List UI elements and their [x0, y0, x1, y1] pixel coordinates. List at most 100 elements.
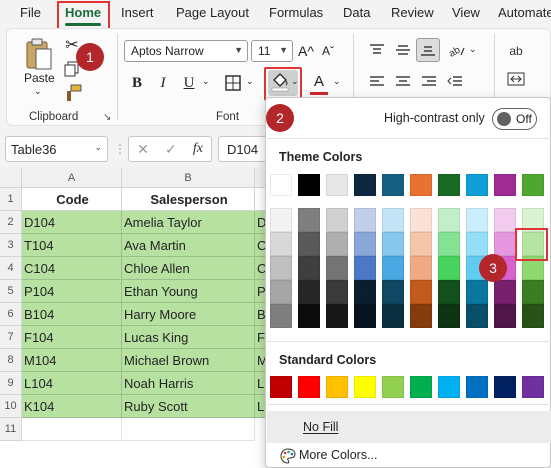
salesperson-cell[interactable]: Michael Brown: [122, 349, 255, 372]
color-swatch[interactable]: [410, 232, 432, 256]
color-swatch[interactable]: [270, 304, 292, 328]
font-name-combo[interactable]: Aptos Narrow ▼: [124, 40, 248, 62]
tab-review[interactable]: Review: [391, 5, 434, 20]
row-header[interactable]: 4: [0, 257, 22, 280]
salesperson-cell[interactable]: Ava Martin: [122, 234, 255, 257]
align-middle-button[interactable]: [392, 40, 414, 60]
color-swatch[interactable]: [382, 208, 404, 232]
color-swatch[interactable]: [410, 280, 432, 304]
code-cell[interactable]: M104: [22, 349, 122, 372]
align-left-button[interactable]: [366, 72, 388, 92]
bold-button[interactable]: B: [126, 72, 148, 94]
color-swatch[interactable]: [410, 208, 432, 232]
color-swatch[interactable]: [438, 304, 460, 328]
clipboard-launcher-icon[interactable]: ↘: [103, 112, 111, 123]
italic-button[interactable]: I: [152, 72, 174, 94]
salesperson-cell[interactable]: Lucas King: [122, 326, 255, 349]
decrease-indent-button[interactable]: [444, 72, 466, 92]
shrink-font-button[interactable]: Aˇ: [318, 40, 338, 62]
empty-cell[interactable]: [22, 418, 122, 441]
salesperson-cell[interactable]: Ethan Young: [122, 280, 255, 303]
format-painter-button[interactable]: [62, 84, 84, 102]
color-swatch[interactable]: [354, 208, 376, 232]
color-swatch[interactable]: [438, 376, 460, 398]
color-swatch[interactable]: [298, 232, 320, 256]
color-swatch[interactable]: [466, 174, 488, 196]
font-color-button[interactable]: A: [309, 71, 329, 91]
empty-cell[interactable]: [122, 418, 255, 441]
font-size-combo[interactable]: 11 ▼: [251, 40, 293, 62]
color-swatch[interactable]: [382, 174, 404, 196]
color-swatch[interactable]: [270, 256, 292, 280]
tab-file[interactable]: File: [20, 5, 41, 20]
color-swatch[interactable]: [438, 256, 460, 280]
color-swatch[interactable]: [466, 304, 488, 328]
align-bottom-button[interactable]: [416, 38, 440, 62]
column-header-b[interactable]: B: [122, 168, 255, 188]
high-contrast-toggle[interactable]: Off: [492, 108, 537, 130]
paste-button[interactable]: [22, 36, 56, 72]
code-cell[interactable]: L104: [22, 372, 122, 395]
color-swatch[interactable]: [354, 280, 376, 304]
color-swatch[interactable]: [354, 174, 376, 196]
tab-view[interactable]: View: [452, 5, 480, 20]
color-swatch[interactable]: [438, 232, 460, 256]
borders-button[interactable]: [222, 72, 244, 94]
tab-formulas[interactable]: Formulas: [269, 5, 323, 20]
color-swatch[interactable]: [494, 208, 516, 232]
color-swatch[interactable]: [382, 304, 404, 328]
color-swatch[interactable]: [326, 376, 348, 398]
color-swatch[interactable]: [326, 256, 348, 280]
underline-button[interactable]: U: [178, 72, 200, 94]
select-all-corner[interactable]: [0, 168, 22, 188]
salesperson-cell[interactable]: Amelia Taylor: [122, 211, 255, 234]
code-cell[interactable]: P104: [22, 280, 122, 303]
tab-automate[interactable]: Automate: [498, 5, 551, 20]
column-header-a[interactable]: A: [22, 168, 122, 188]
orientation-dropdown-icon[interactable]: ⌄: [469, 44, 477, 55]
no-fill-option[interactable]: No Fill: [267, 411, 551, 443]
salesperson-cell[interactable]: Chloe Allen: [122, 257, 255, 280]
row-header[interactable]: 3: [0, 234, 22, 257]
row-header[interactable]: 11: [0, 418, 22, 441]
color-swatch[interactable]: [382, 256, 404, 280]
color-swatch[interactable]: [466, 232, 488, 256]
color-swatch[interactable]: [466, 376, 488, 398]
salesperson-cell[interactable]: Harry Moore: [122, 303, 255, 326]
color-swatch[interactable]: [298, 256, 320, 280]
name-box[interactable]: Table36 ⌄: [5, 136, 108, 162]
align-right-button[interactable]: [418, 72, 440, 92]
color-swatch[interactable]: [326, 174, 348, 196]
color-swatch[interactable]: [410, 304, 432, 328]
enter-icon[interactable]: ✓: [165, 141, 177, 158]
color-swatch[interactable]: [522, 174, 544, 196]
salesperson-cell[interactable]: Ruby Scott: [122, 395, 255, 418]
wrap-text-button[interactable]: ab: [504, 40, 528, 62]
paste-dropdown-icon[interactable]: ⌄: [34, 86, 42, 97]
color-swatch[interactable]: [494, 280, 516, 304]
row-header[interactable]: 6: [0, 303, 22, 326]
color-swatch[interactable]: [270, 280, 292, 304]
code-cell[interactable]: B104: [22, 303, 122, 326]
code-cell[interactable]: K104: [22, 395, 122, 418]
color-swatch[interactable]: [354, 256, 376, 280]
header-cell-salesperson[interactable]: Salesperson: [122, 188, 255, 211]
color-swatch[interactable]: [410, 376, 432, 398]
tab-data[interactable]: Data: [343, 5, 370, 20]
color-swatch[interactable]: [494, 174, 516, 196]
color-swatch[interactable]: [466, 280, 488, 304]
color-swatch[interactable]: [382, 280, 404, 304]
color-swatch[interactable]: [298, 280, 320, 304]
code-cell[interactable]: C104: [22, 257, 122, 280]
color-swatch[interactable]: [438, 208, 460, 232]
color-swatch[interactable]: [382, 376, 404, 398]
color-swatch[interactable]: [438, 280, 460, 304]
color-swatch[interactable]: [326, 232, 348, 256]
color-swatch[interactable]: [522, 376, 544, 398]
row-header[interactable]: 5: [0, 280, 22, 303]
grow-font-button[interactable]: A^: [296, 40, 316, 62]
borders-dropdown-icon[interactable]: ⌄: [246, 76, 254, 87]
row-header[interactable]: 1: [0, 188, 22, 211]
color-swatch[interactable]: [410, 256, 432, 280]
color-swatch[interactable]: [326, 280, 348, 304]
